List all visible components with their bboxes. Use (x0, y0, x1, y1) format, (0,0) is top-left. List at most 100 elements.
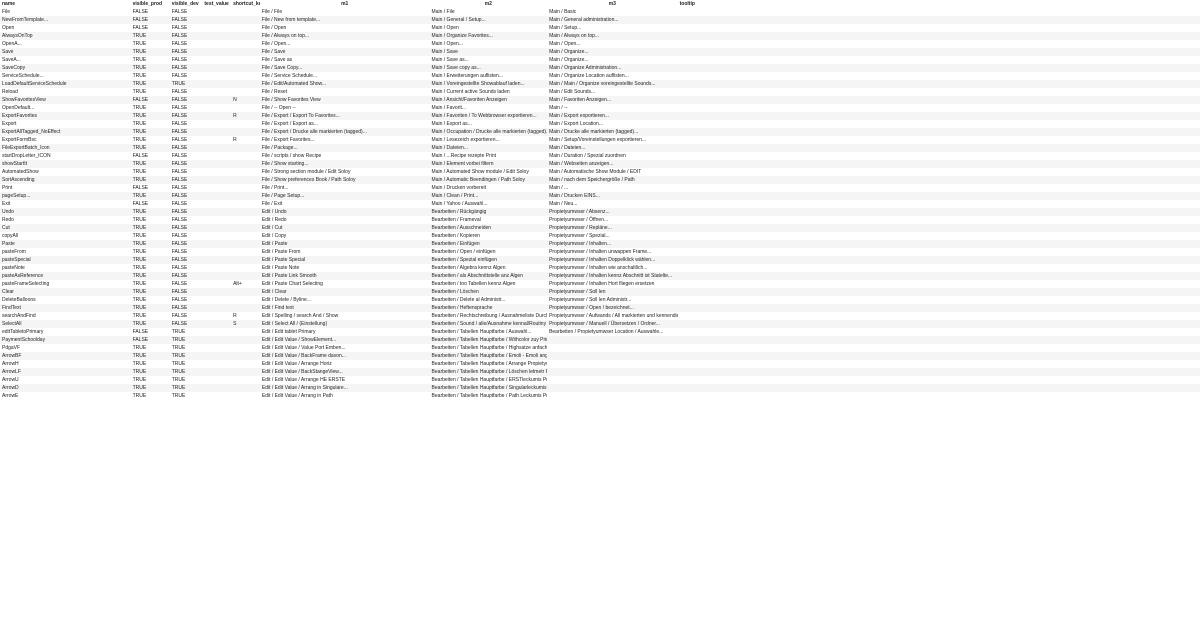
cell-empty[interactable] (873, 112, 1200, 120)
cell[interactable] (547, 376, 678, 384)
cell[interactable]: TRUE (131, 168, 170, 176)
cell-empty[interactable] (678, 304, 874, 312)
table-row[interactable]: FileExportBatch_IconTRUEFALSEFile / Pack… (0, 144, 1200, 152)
cell-empty[interactable] (873, 152, 1200, 160)
table-row[interactable]: ExportAllTagged_NoEffectTRUEFALSEFile / … (0, 128, 1200, 136)
cell[interactable]: S (231, 320, 260, 328)
cell[interactable] (202, 88, 231, 96)
table-row[interactable]: ArrowUTRUETRUEEdit / Edit Value / Arrang… (0, 376, 1200, 384)
cell[interactable]: OpenA... (0, 40, 131, 48)
cell[interactable] (547, 352, 678, 360)
cell[interactable]: Propietyumwser / Soll len Administr... (547, 296, 678, 304)
cell[interactable] (231, 296, 260, 304)
cell[interactable]: Main / Drucken vorbereit (430, 184, 548, 192)
cell[interactable]: Bearbeiten / Heftensprache (430, 304, 548, 312)
cell-empty[interactable] (873, 264, 1200, 272)
cell[interactable]: TRUE (170, 392, 203, 400)
cell[interactable]: Bearbeiten / Tabellen Hauptfarbe / Lösch… (430, 368, 548, 376)
cell[interactable] (231, 336, 260, 344)
cell[interactable]: FALSE (131, 184, 170, 192)
cell-empty[interactable] (873, 360, 1200, 368)
cell[interactable]: DeleteBalloons (0, 296, 131, 304)
cell-empty[interactable] (873, 176, 1200, 184)
table-row[interactable]: PdgaVFTRUETRUEEdit / Edit Value / Value … (0, 344, 1200, 352)
cell[interactable]: Edit / Paste Link Smooth (260, 272, 430, 280)
cell[interactable]: FALSE (170, 288, 203, 296)
cell[interactable]: FALSE (170, 136, 203, 144)
cell-empty[interactable] (873, 88, 1200, 96)
cell[interactable]: LoadDefaultServiceSchedule (0, 80, 131, 88)
table-row[interactable]: SortAscendingTRUEFALSEFile / Show prefer… (0, 176, 1200, 184)
cell[interactable]: FALSE (131, 328, 170, 336)
cell[interactable]: Print (0, 184, 131, 192)
cell[interactable]: TRUE (131, 280, 170, 288)
cell[interactable]: Propietyumwser / Inhalten Hort fliegen e… (547, 280, 678, 288)
cell[interactable] (202, 144, 231, 152)
cell[interactable]: Edit / Edit Value / Arrange HE ERSTE (260, 376, 430, 384)
cell-empty[interactable] (678, 72, 874, 80)
cell[interactable] (231, 344, 260, 352)
cell[interactable]: ExportFavorites (0, 112, 131, 120)
cell[interactable]: ArrowLF (0, 368, 131, 376)
cell-empty[interactable] (873, 160, 1200, 168)
cell[interactable]: Export (0, 120, 131, 128)
cell[interactable]: File (0, 8, 131, 16)
table-row[interactable]: searchAndFindTRUEFALSEREdit / Spelling /… (0, 312, 1200, 320)
cell[interactable]: Main / Dateien... (430, 144, 548, 152)
cell[interactable]: TRUE (131, 288, 170, 296)
cell-empty[interactable] (678, 24, 874, 32)
cell[interactable]: TRUE (131, 384, 170, 392)
cell[interactable]: FALSE (170, 24, 203, 32)
cell[interactable]: FALSE (170, 96, 203, 104)
cell-empty[interactable] (678, 104, 874, 112)
cell[interactable]: Bearbeiten / Frameval (430, 216, 548, 224)
cell-empty[interactable] (678, 312, 874, 320)
cell[interactable]: File / Open... (260, 40, 430, 48)
cell[interactable]: Edit / Paste Special (260, 256, 430, 264)
cell[interactable] (202, 200, 231, 208)
cell-empty[interactable] (678, 224, 874, 232)
cell[interactable]: AlwaysOnTop (0, 32, 131, 40)
cell[interactable]: Bearbeiten / als Abschnittstelle anz Alg… (430, 272, 548, 280)
cell[interactable] (202, 120, 231, 128)
cell[interactable]: Propietyumwser / Inhalten wie anschaltli… (547, 264, 678, 272)
cell[interactable]: Propietyumwser / Inhalten... (547, 240, 678, 248)
cell-empty[interactable] (873, 128, 1200, 136)
cell[interactable] (202, 64, 231, 72)
cell[interactable] (202, 112, 231, 120)
cell-empty[interactable] (873, 304, 1200, 312)
cell[interactable] (231, 224, 260, 232)
cell[interactable]: Bearbeiten / Einfügen (430, 240, 548, 248)
cell[interactable]: Alt+ (231, 280, 260, 288)
cell[interactable] (202, 32, 231, 40)
cell[interactable]: R (231, 312, 260, 320)
cell[interactable]: Edit / Delete / Byline... (260, 296, 430, 304)
cell[interactable]: TRUE (131, 64, 170, 72)
cell[interactable]: File / Save as (260, 56, 430, 64)
cell[interactable]: Bearbeiten / Tabellen Hauptfarbe / Emoli… (430, 352, 548, 360)
cell-empty[interactable] (678, 64, 874, 72)
cell-empty[interactable] (873, 376, 1200, 384)
cell[interactable]: Main / Organize Favorites... (430, 32, 548, 40)
cell[interactable]: Edit / Edit Value / Arrange Horiz (260, 360, 430, 368)
cell[interactable] (202, 216, 231, 224)
cell[interactable] (231, 56, 260, 64)
table-row[interactable]: SaveTRUEFALSEFile / SaveMain / SaveMain … (0, 48, 1200, 56)
table-row[interactable]: showStartItTRUEFALSEFile / Show starting… (0, 160, 1200, 168)
cell[interactable]: Bearbeiten / Tabellen Hauptfarbe / Arran… (430, 360, 548, 368)
table-row[interactable]: pasteFrameSelectingTRUEFALSEAlt+Edit / P… (0, 280, 1200, 288)
cell[interactable]: Propietyumwser / Soll len (547, 288, 678, 296)
cell[interactable] (202, 376, 231, 384)
cell[interactable]: ArrowE (0, 392, 131, 400)
cell-empty[interactable] (678, 32, 874, 40)
cell-empty[interactable] (873, 312, 1200, 320)
cell[interactable]: Propietyumwser / Inhalten kennz Abschnit… (547, 272, 678, 280)
table-row[interactable]: ServiceSchedule...TRUEFALSEFile / Servic… (0, 72, 1200, 80)
cell[interactable]: TRUE (170, 352, 203, 360)
cell[interactable]: TRUE (131, 72, 170, 80)
cell[interactable]: Edit / Select All / (Einstellung) (260, 320, 430, 328)
cell[interactable]: Main / Organize Location auflisten... (547, 72, 678, 80)
cell-empty[interactable] (678, 280, 874, 288)
table-row[interactable]: ExportTRUEFALSEFile / Export / Export as… (0, 120, 1200, 128)
cell[interactable]: FALSE (170, 264, 203, 272)
